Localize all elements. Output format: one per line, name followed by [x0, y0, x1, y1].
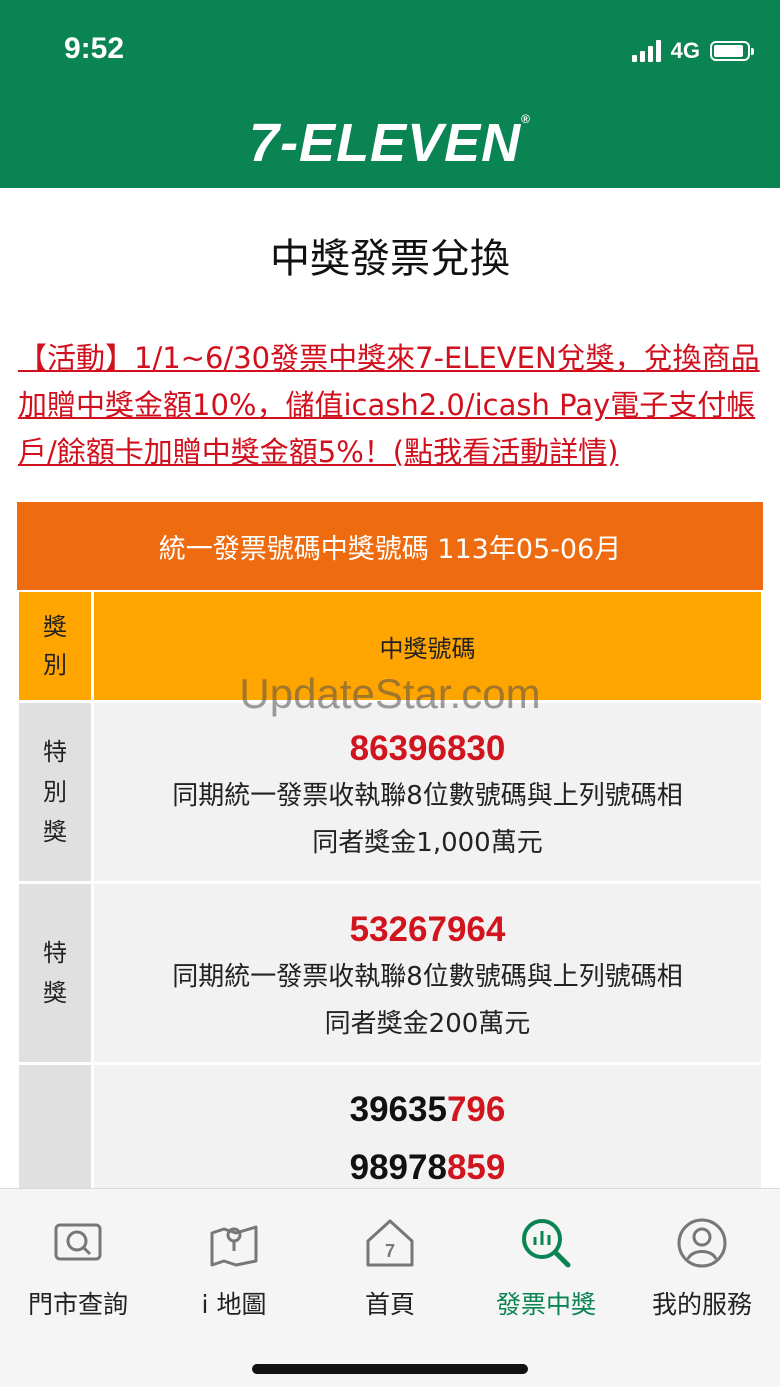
- signal-icon: [631, 40, 661, 62]
- winning-number: 39635796: [349, 1090, 506, 1129]
- tab-label: i 地圖: [201, 1290, 267, 1319]
- network-label: 4G: [670, 38, 700, 63]
- table-title: 統一發票號碼中獎號碼 113年05-06月: [17, 502, 763, 590]
- brand-logo: 7-ELEVEN®: [249, 112, 531, 173]
- svg-text:7: 7: [385, 1241, 395, 1261]
- battery-icon: [710, 41, 754, 61]
- tab-store-search[interactable]: 門市查詢: [0, 1189, 156, 1339]
- page-title: 中獎發票兌換: [270, 236, 510, 282]
- tab-label: 首頁: [364, 1290, 415, 1319]
- winning-number: 86396830: [349, 729, 506, 768]
- watermark: UpdateStar.com: [239, 670, 541, 717]
- user-icon: [677, 1218, 727, 1268]
- app-header: 9:52 4G 7-ELEVEN®: [0, 0, 780, 188]
- tab-invoice[interactable]: 發票中獎: [468, 1189, 624, 1339]
- prize-desc: 同期統一發票收執聯8位數號碼與上列號碼相: [172, 781, 683, 811]
- prize-desc: 同期統一發票收執聯8位數號碼與上列號碼相: [172, 962, 683, 992]
- bottom-tab-bar: 門市查詢 i 地圖 7 首頁 發票中獎 我的服務: [0, 1188, 780, 1387]
- tab-label: 我的服務: [651, 1290, 752, 1319]
- prize-desc: 同者獎金1,000萬元: [312, 828, 543, 858]
- store-search-icon: [54, 1223, 102, 1261]
- winning-number: 53267964: [349, 910, 506, 949]
- prize-number-cell: 53267964 同期統一發票收執聯8位數號碼與上列號碼相 同者獎金200萬元: [94, 884, 761, 1062]
- tab-map[interactable]: i 地圖: [156, 1189, 312, 1339]
- prize-desc: 同者獎金200萬元: [324, 1009, 531, 1039]
- prize-category-cell: 特 別 獎: [19, 703, 91, 881]
- tab-label: 門市查詢: [27, 1290, 128, 1319]
- home-indicator[interactable]: [252, 1364, 528, 1374]
- status-time: 9:52: [64, 32, 125, 65]
- promo-link[interactable]: 【活動】1/1~6/30發票中獎來7-ELEVEN兌獎，兌換商品加贈中獎金額10…: [18, 335, 762, 476]
- invoice-search-icon: [522, 1219, 571, 1268]
- tab-home[interactable]: 7 首頁: [312, 1189, 468, 1339]
- prize-category-cell: 特 獎: [19, 884, 91, 1062]
- prize-number-cell: 86396830 同期統一發票收執聯8位數號碼與上列號碼相 同者獎金1,000萬…: [94, 703, 761, 881]
- home-icon: 7: [366, 1219, 414, 1267]
- status-icons: 4G: [631, 38, 754, 64]
- map-pin-icon: [210, 1225, 258, 1267]
- tab-my-service[interactable]: 我的服務: [624, 1189, 780, 1339]
- tab-label: 發票中獎: [495, 1290, 596, 1319]
